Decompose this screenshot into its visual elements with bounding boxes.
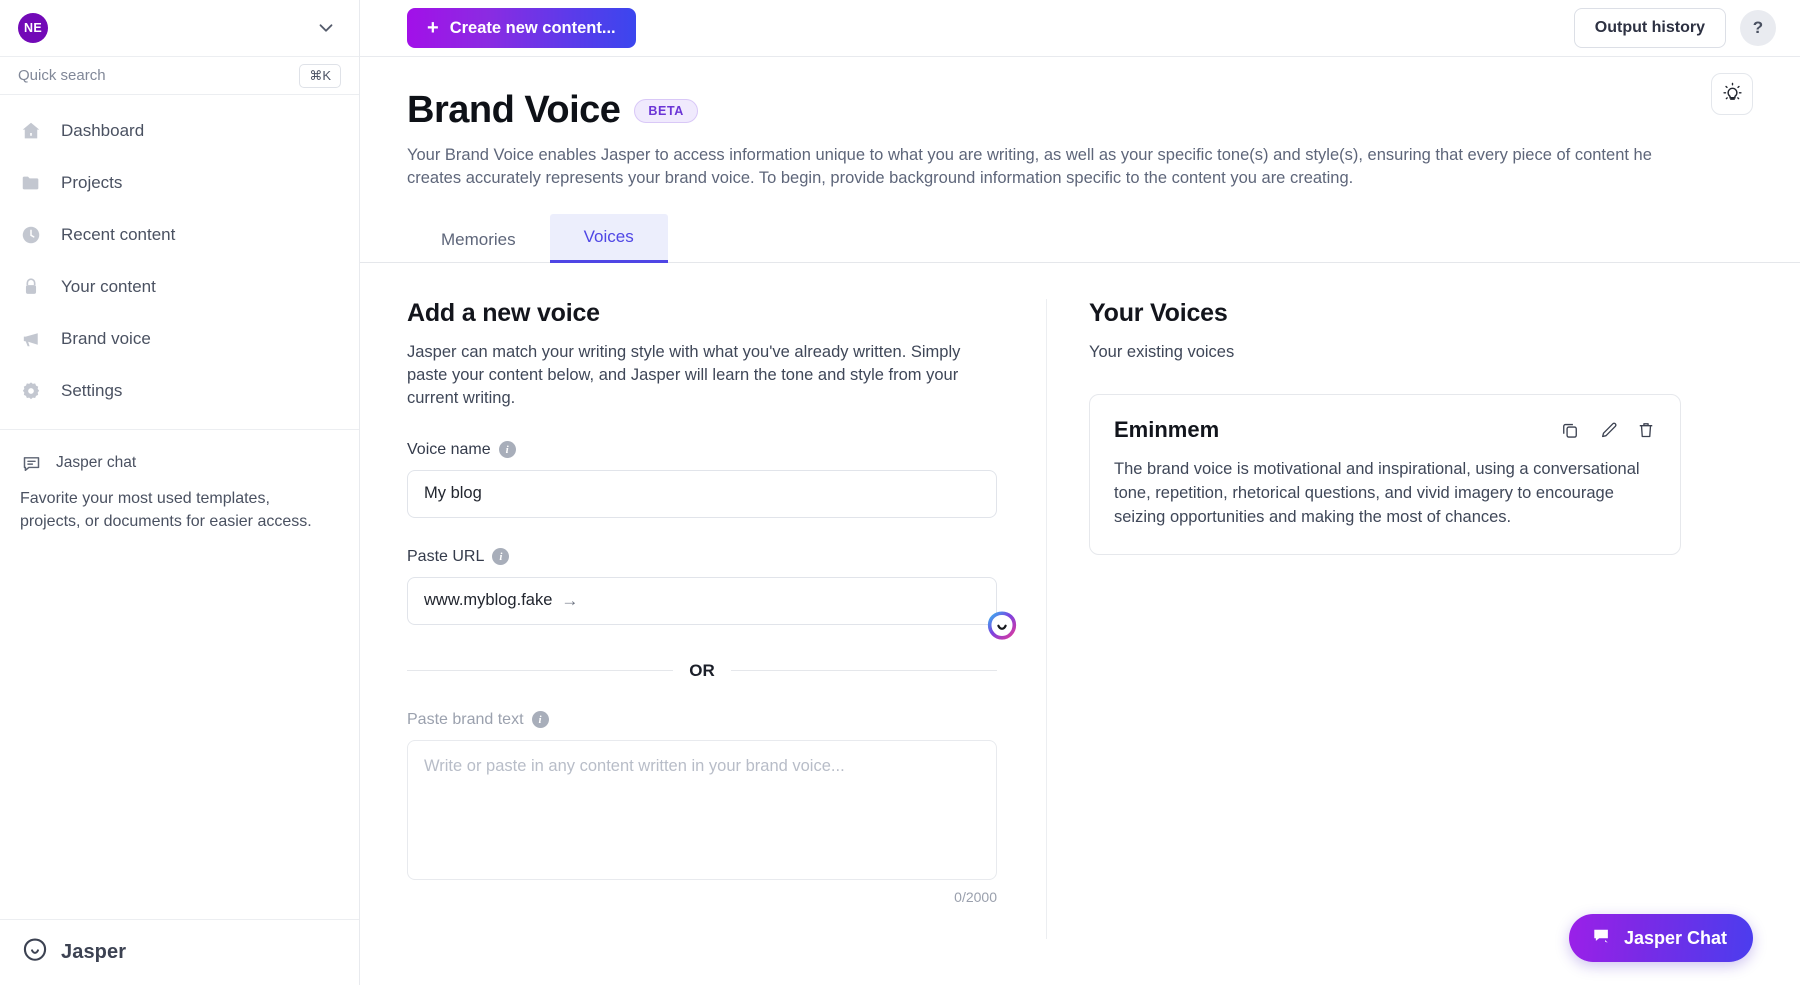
- page-description: Your Brand Voice enables Jasper to acces…: [407, 144, 1697, 190]
- voice-name-field: Voice name i My blog: [407, 441, 1006, 518]
- megaphone-icon: [18, 326, 44, 352]
- voice-name-label-row: Voice name i: [407, 441, 1006, 459]
- create-new-content-button[interactable]: + Create new content...: [407, 8, 636, 48]
- sidebar-item-recent-content[interactable]: Recent content: [0, 209, 359, 261]
- topbar: + Create new content... Output history ?: [360, 0, 1800, 57]
- info-icon[interactable]: i: [532, 711, 549, 728]
- search-shortcut-badge: ⌘K: [299, 64, 341, 88]
- info-icon[interactable]: i: [499, 441, 516, 458]
- voice-card-header: Eminmem: [1114, 417, 1656, 443]
- tabs: Memories Voices: [360, 214, 1800, 263]
- voice-card-actions: [1560, 420, 1656, 440]
- voice-card: Eminmem: [1089, 394, 1681, 555]
- sidebar-nav: Dashboard Projects Recent content Your c…: [0, 95, 359, 423]
- add-voice-heading: Add a new voice: [407, 299, 1006, 328]
- brand-text-label-row: Paste brand text i: [407, 711, 1006, 729]
- chat-bubble-icon: [1591, 925, 1613, 952]
- add-voice-description: Jasper can match your writing style with…: [407, 341, 997, 411]
- page-title-row: Brand Voice BETA: [407, 89, 1753, 132]
- sidebar-item-dashboard[interactable]: Dashboard: [0, 105, 359, 157]
- paste-url-input[interactable]: www.myblog.fake →: [407, 577, 997, 625]
- brand-text-placeholder: Write or paste in any content written in…: [424, 757, 845, 775]
- divider-line-left: [407, 670, 673, 671]
- sidebar-item-jasper-chat[interactable]: Jasper chat: [0, 430, 359, 474]
- lock-icon: [18, 274, 44, 300]
- sidebar-item-label: Recent content: [61, 225, 175, 245]
- jasper-logo-icon: [22, 937, 48, 968]
- sidebar-item-label: Brand voice: [61, 329, 151, 349]
- home-icon: [18, 118, 44, 144]
- jasper-chat-fab[interactable]: Jasper Chat: [1569, 914, 1753, 962]
- paste-url-label: Paste URL: [407, 548, 484, 566]
- plus-icon: +: [427, 18, 439, 38]
- panes: Add a new voice Jasper can match your wr…: [360, 263, 1800, 939]
- sidebar-item-brand-voice[interactable]: Brand voice: [0, 313, 359, 365]
- sidebar-brand-footer[interactable]: Jasper: [0, 919, 359, 985]
- lightbulb-icon: [1722, 82, 1743, 106]
- chat-bubble-icon: [20, 452, 42, 474]
- tab-voices[interactable]: Voices: [550, 214, 668, 263]
- main-area: + Create new content... Output history ?…: [360, 0, 1800, 985]
- paste-url-label-row: Paste URL i: [407, 548, 1006, 566]
- search-input[interactable]: Quick search ⌘K: [0, 57, 359, 95]
- chevron-down-icon[interactable]: [315, 17, 337, 39]
- app-root: NE Quick search ⌘K Dashboard Projects: [0, 0, 1800, 985]
- sidebar-item-label: Jasper chat: [56, 454, 136, 472]
- your-voices-pane: Your Voices Your existing voices Eminmem: [1047, 299, 1753, 939]
- your-voices-subheading: Your existing voices: [1089, 341, 1679, 364]
- voice-name-input[interactable]: My blog: [407, 470, 997, 518]
- or-label: OR: [689, 661, 715, 681]
- arrow-right-icon[interactable]: →: [561, 591, 578, 611]
- sidebar-item-label: Your content: [61, 277, 156, 297]
- help-button[interactable]: ?: [1740, 10, 1776, 46]
- brand-text-label: Paste brand text: [407, 711, 524, 729]
- gear-icon: [18, 378, 44, 404]
- page-content: Brand Voice BETA Your Brand Voice enable…: [360, 57, 1800, 985]
- edit-pencil-icon[interactable]: [1598, 420, 1618, 440]
- sidebar-item-your-content[interactable]: Your content: [0, 261, 359, 313]
- sidebar-item-projects[interactable]: Projects: [0, 157, 359, 209]
- voice-card-body: The brand voice is motivational and insp…: [1114, 458, 1656, 530]
- status-badge: BETA: [634, 99, 698, 123]
- favorites-hint: Favorite your most used templates, proje…: [0, 474, 359, 533]
- output-history-button[interactable]: Output history: [1574, 8, 1726, 48]
- paste-url-wrap: www.myblog.fake →: [407, 577, 997, 625]
- add-voice-pane: Add a new voice Jasper can match your wr…: [407, 299, 1047, 939]
- brand-name: Jasper: [61, 941, 126, 964]
- avatar: NE: [18, 13, 48, 43]
- account-switcher[interactable]: NE: [0, 0, 359, 57]
- voice-card-title: Eminmem: [1114, 417, 1219, 443]
- character-counter: 0/2000: [407, 889, 997, 905]
- sidebar-item-label: Dashboard: [61, 121, 144, 141]
- clock-icon: [18, 222, 44, 248]
- topbar-right-actions: Output history ?: [1574, 8, 1776, 48]
- search-placeholder: Quick search: [18, 67, 106, 84]
- create-button-label: Create new content...: [450, 19, 616, 38]
- trash-icon[interactable]: [1636, 420, 1656, 440]
- brand-text-field: Paste brand text i Write or paste in any…: [407, 711, 1006, 905]
- voice-name-label: Voice name: [407, 441, 491, 459]
- page-header: Brand Voice BETA Your Brand Voice enable…: [360, 57, 1800, 190]
- tab-memories[interactable]: Memories: [407, 217, 550, 263]
- sidebar-spacer: [0, 533, 359, 919]
- copy-icon[interactable]: [1560, 420, 1580, 440]
- folder-icon: [18, 170, 44, 196]
- paste-url-value: www.myblog.fake: [424, 591, 552, 610]
- paste-url-field: Paste URL i www.myblog.fake →: [407, 548, 1006, 625]
- divider-line-right: [731, 670, 997, 671]
- sidebar: NE Quick search ⌘K Dashboard Projects: [0, 0, 360, 985]
- voice-name-value: My blog: [424, 484, 482, 503]
- or-divider: OR: [407, 661, 997, 681]
- sidebar-item-label: Settings: [61, 381, 122, 401]
- page-title: Brand Voice: [407, 89, 620, 132]
- sidebar-item-label: Projects: [61, 173, 122, 193]
- tips-button[interactable]: [1711, 73, 1753, 115]
- brand-text-textarea[interactable]: Write or paste in any content written in…: [407, 740, 997, 880]
- jasper-cursor-icon: [985, 609, 1019, 643]
- jasper-chat-fab-label: Jasper Chat: [1624, 928, 1727, 949]
- info-icon[interactable]: i: [492, 548, 509, 565]
- your-voices-heading: Your Voices: [1089, 299, 1753, 328]
- sidebar-item-settings[interactable]: Settings: [0, 365, 359, 417]
